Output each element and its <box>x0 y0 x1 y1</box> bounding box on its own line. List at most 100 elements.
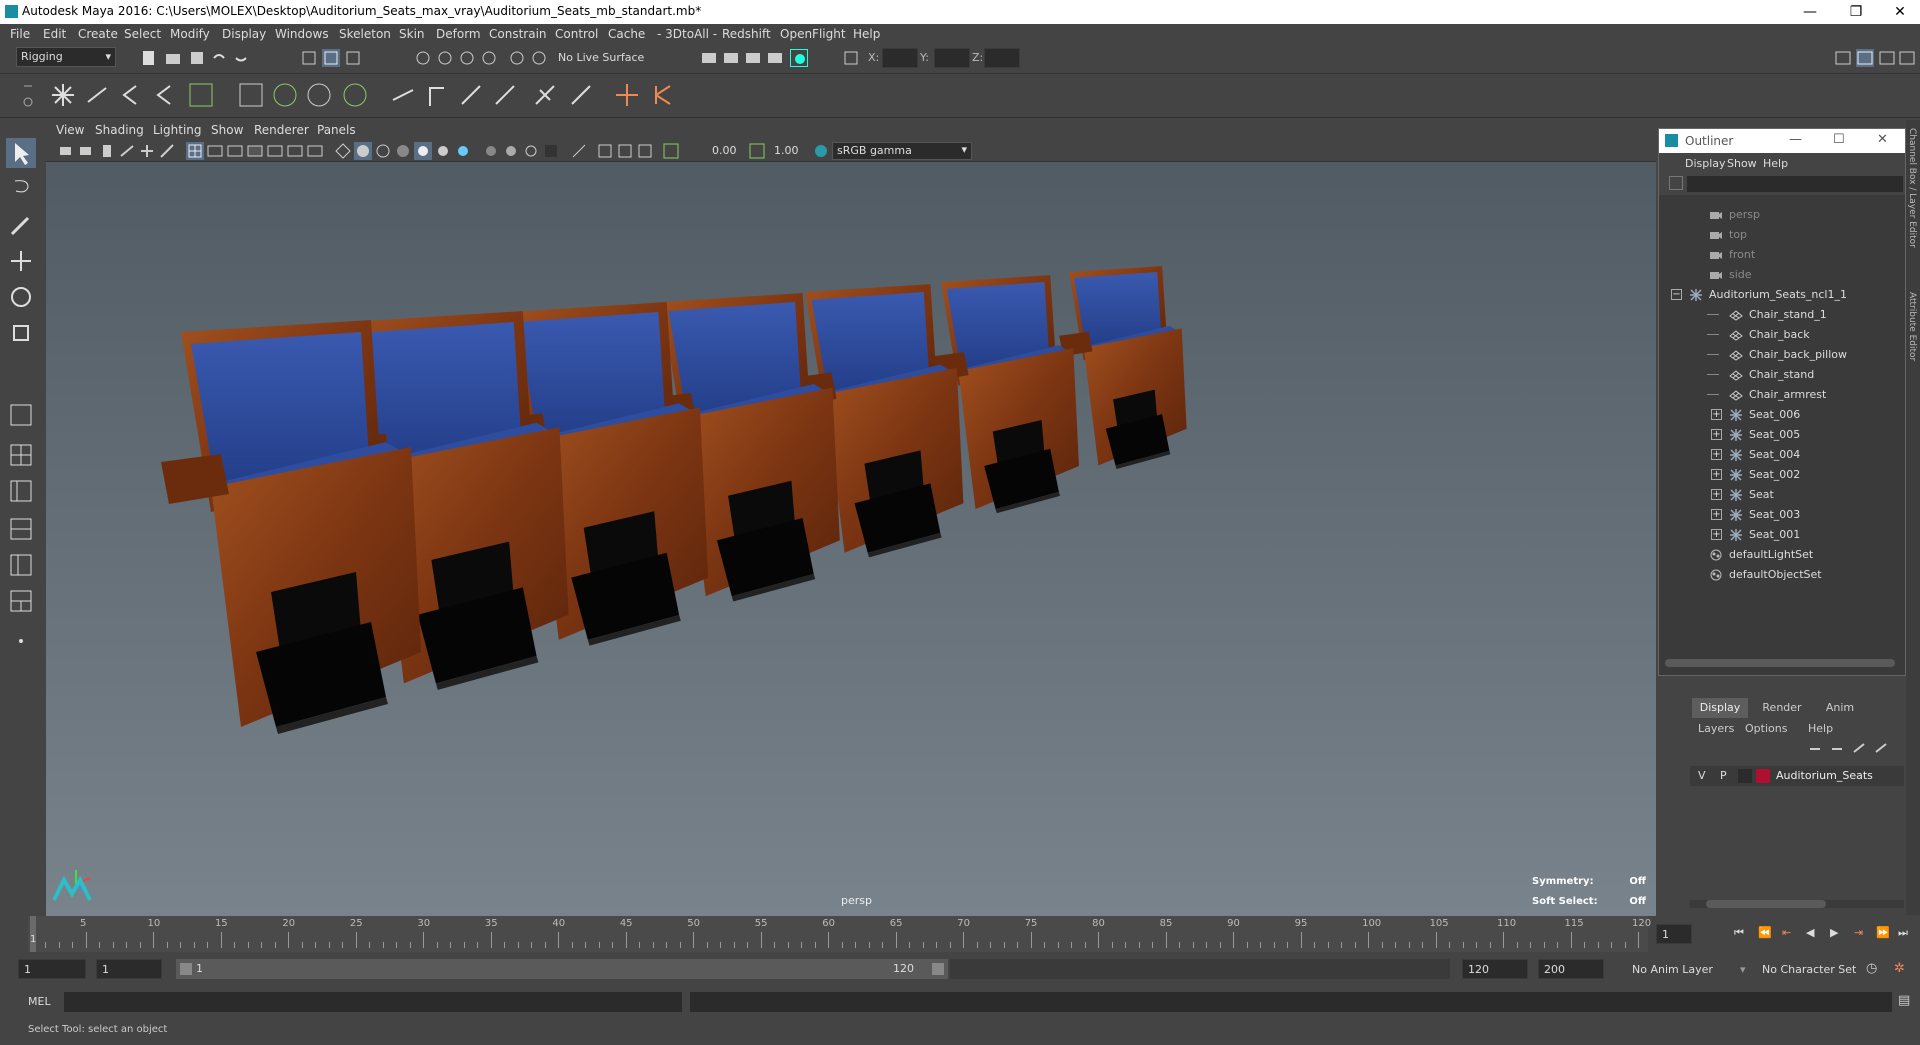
gamma-icon[interactable] <box>748 142 766 160</box>
viewport-menu-renderer[interactable]: Renderer <box>254 123 309 137</box>
current-frame-field[interactable]: 1 <box>1656 924 1692 944</box>
layer-color-swatch[interactable] <box>1756 769 1770 783</box>
menu-deform[interactable]: Deform <box>436 27 481 41</box>
smooth-skin-icon[interactable] <box>270 80 300 110</box>
image-plane-icon[interactable] <box>118 142 136 160</box>
xray-icon[interactable] <box>570 142 588 160</box>
layer-name[interactable]: Auditorium_Seats <box>1776 769 1873 782</box>
isolate-select-icon[interactable] <box>542 142 560 160</box>
scale-tool-icon[interactable] <box>6 318 36 348</box>
move-tool-icon[interactable] <box>6 246 36 276</box>
viewport-menu-panels[interactable]: Panels <box>317 123 356 137</box>
new-layer-selected-icon[interactable] <box>1872 740 1890 758</box>
outliner-item[interactable]: Chair_stand_1 <box>1659 305 1905 325</box>
menu-windows[interactable]: Windows <box>275 27 329 41</box>
select-tool-icon[interactable] <box>6 138 36 168</box>
gamma-value[interactable]: 1.00 <box>774 144 799 157</box>
pole-vector-icon[interactable] <box>566 80 596 110</box>
go-to-start-icon[interactable]: ⏮ <box>1734 926 1744 940</box>
render-frame-icon[interactable] <box>722 49 740 67</box>
menu-3dtoall[interactable]: - 3DtoAll - <box>657 27 717 41</box>
range-bar[interactable]: 1 120 <box>176 959 948 979</box>
mirror-joint-icon[interactable] <box>186 80 216 110</box>
scene-canvas[interactable] <box>46 162 1656 916</box>
menu-skin[interactable]: Skin <box>399 27 425 41</box>
layer-hscroll[interactable] <box>1690 900 1904 908</box>
menu-redshift[interactable]: Redshift <box>722 27 771 41</box>
render-settings-icon[interactable] <box>766 49 784 67</box>
new-scene-icon[interactable] <box>140 49 158 67</box>
joint-tool-icon[interactable] <box>48 80 78 110</box>
outliner-item[interactable]: + Seat_004 <box>1659 445 1905 465</box>
live-surface-label[interactable]: No Live Surface <box>558 51 644 64</box>
outliner-persp-layout-icon[interactable] <box>6 586 36 616</box>
snap-surface-icon[interactable] <box>508 49 526 67</box>
auditorium-seats-model[interactable] <box>161 266 1187 734</box>
menu-set-dropdown[interactable]: Rigging ▾ <box>16 47 116 67</box>
outliner-item[interactable]: + Seat_005 <box>1659 425 1905 445</box>
xray-active-icon[interactable] <box>616 142 634 160</box>
bookmark-icon[interactable] <box>98 142 116 160</box>
layer-display-type[interactable] <box>1738 769 1752 783</box>
wireframe-icon[interactable] <box>334 142 352 160</box>
play-forwards-icon[interactable]: ▶ <box>1830 926 1838 939</box>
select-object-icon[interactable] <box>322 49 340 67</box>
menu-skeleton[interactable]: Skeleton <box>339 27 391 41</box>
menu-file[interactable]: File <box>10 27 30 41</box>
auto-key-icon[interactable]: ◷ <box>1866 961 1877 976</box>
x-field[interactable] <box>882 48 918 68</box>
outliner-item[interactable]: top <box>1659 225 1905 245</box>
save-scene-icon[interactable] <box>188 49 206 67</box>
aim-constraint-icon[interactable] <box>422 80 452 110</box>
time-slider[interactable]: 5 10 15 20 25 30 35 40 45 50 55 60 65 70 75 80 85 90 95 100… <box>0 916 1920 952</box>
color-management-icon[interactable] <box>812 142 830 160</box>
locator-icon[interactable] <box>612 80 642 110</box>
menu-create[interactable]: Create <box>78 27 118 41</box>
depth-of-field-icon[interactable] <box>522 142 540 160</box>
outliner-item[interactable]: defaultLightSet <box>1659 545 1905 565</box>
outliner-item[interactable]: + Seat_006 <box>1659 405 1905 425</box>
gate-mask-icon[interactable] <box>246 142 264 160</box>
menu-display[interactable]: Display <box>222 27 266 41</box>
outliner-minimize-button[interactable]: — <box>1789 132 1802 147</box>
playback-end-field[interactable]: 120 <box>1462 959 1528 979</box>
maximize-button[interactable]: ❐ <box>1836 2 1876 22</box>
attribute-editor-tab[interactable]: Attribute Editor <box>1907 292 1917 361</box>
persp-outliner-layout-icon[interactable] <box>6 476 36 506</box>
animation-prefs-icon[interactable]: ✲ <box>1894 961 1905 976</box>
outliner-item[interactable]: persp <box>1659 205 1905 225</box>
multisample-aa-icon[interactable] <box>502 142 520 160</box>
anim-layer-dropdown[interactable]: No Anim Layer <box>1632 963 1713 976</box>
viewport-menu-show[interactable]: Show <box>211 123 243 137</box>
menu-constrain[interactable]: Constrain <box>489 27 547 41</box>
shadows-icon[interactable] <box>434 142 452 160</box>
outliner-menu-display[interactable]: Display <box>1685 157 1726 170</box>
layers-menu-layers[interactable]: Layers <box>1698 722 1734 735</box>
menu-select[interactable]: Select <box>124 27 161 41</box>
filter-icon[interactable] <box>1669 176 1683 190</box>
script-editor-icon[interactable]: ▤ <box>1898 993 1910 1008</box>
channel-box-toggle-icon[interactable] <box>1856 49 1874 67</box>
paint-weights-icon[interactable] <box>340 80 370 110</box>
ik-spline-icon[interactable] <box>116 80 146 110</box>
menu-modify[interactable]: Modify <box>170 27 210 41</box>
open-scene-icon[interactable] <box>164 49 182 67</box>
layers-menu-help[interactable]: Help <box>1808 722 1833 735</box>
transform-mode-icon[interactable] <box>842 49 860 67</box>
outliner-item[interactable]: Chair_back <box>1659 325 1905 345</box>
outliner-item[interactable]: − Auditorium_Seats_ncl1_1 <box>1659 285 1905 305</box>
grease-pencil-icon[interactable] <box>158 142 176 160</box>
menu-control[interactable]: Control <box>555 27 598 41</box>
character-set-dropdown[interactable]: No Character Set <box>1762 963 1856 976</box>
step-forward-key-icon[interactable]: ⏩ <box>1876 926 1890 939</box>
expand-icon[interactable]: + <box>1711 409 1722 420</box>
film-gate-icon[interactable] <box>206 142 224 160</box>
redo-icon[interactable] <box>232 49 250 67</box>
motion-blur-icon[interactable] <box>482 142 500 160</box>
outliner-titlebar[interactable]: Outliner — ☐ ✕ <box>1659 129 1905 153</box>
bind-skin-icon[interactable] <box>236 80 266 110</box>
play-backwards-icon[interactable]: ◀ <box>1806 926 1814 939</box>
time-ruler[interactable]: 5 10 15 20 25 30 35 40 45 50 55 60 65 70 75 80 85 90 95 100… <box>28 916 1651 952</box>
move-layer-down-icon[interactable] <box>1828 740 1846 758</box>
single-perspective-layout-icon[interactable] <box>6 400 36 430</box>
